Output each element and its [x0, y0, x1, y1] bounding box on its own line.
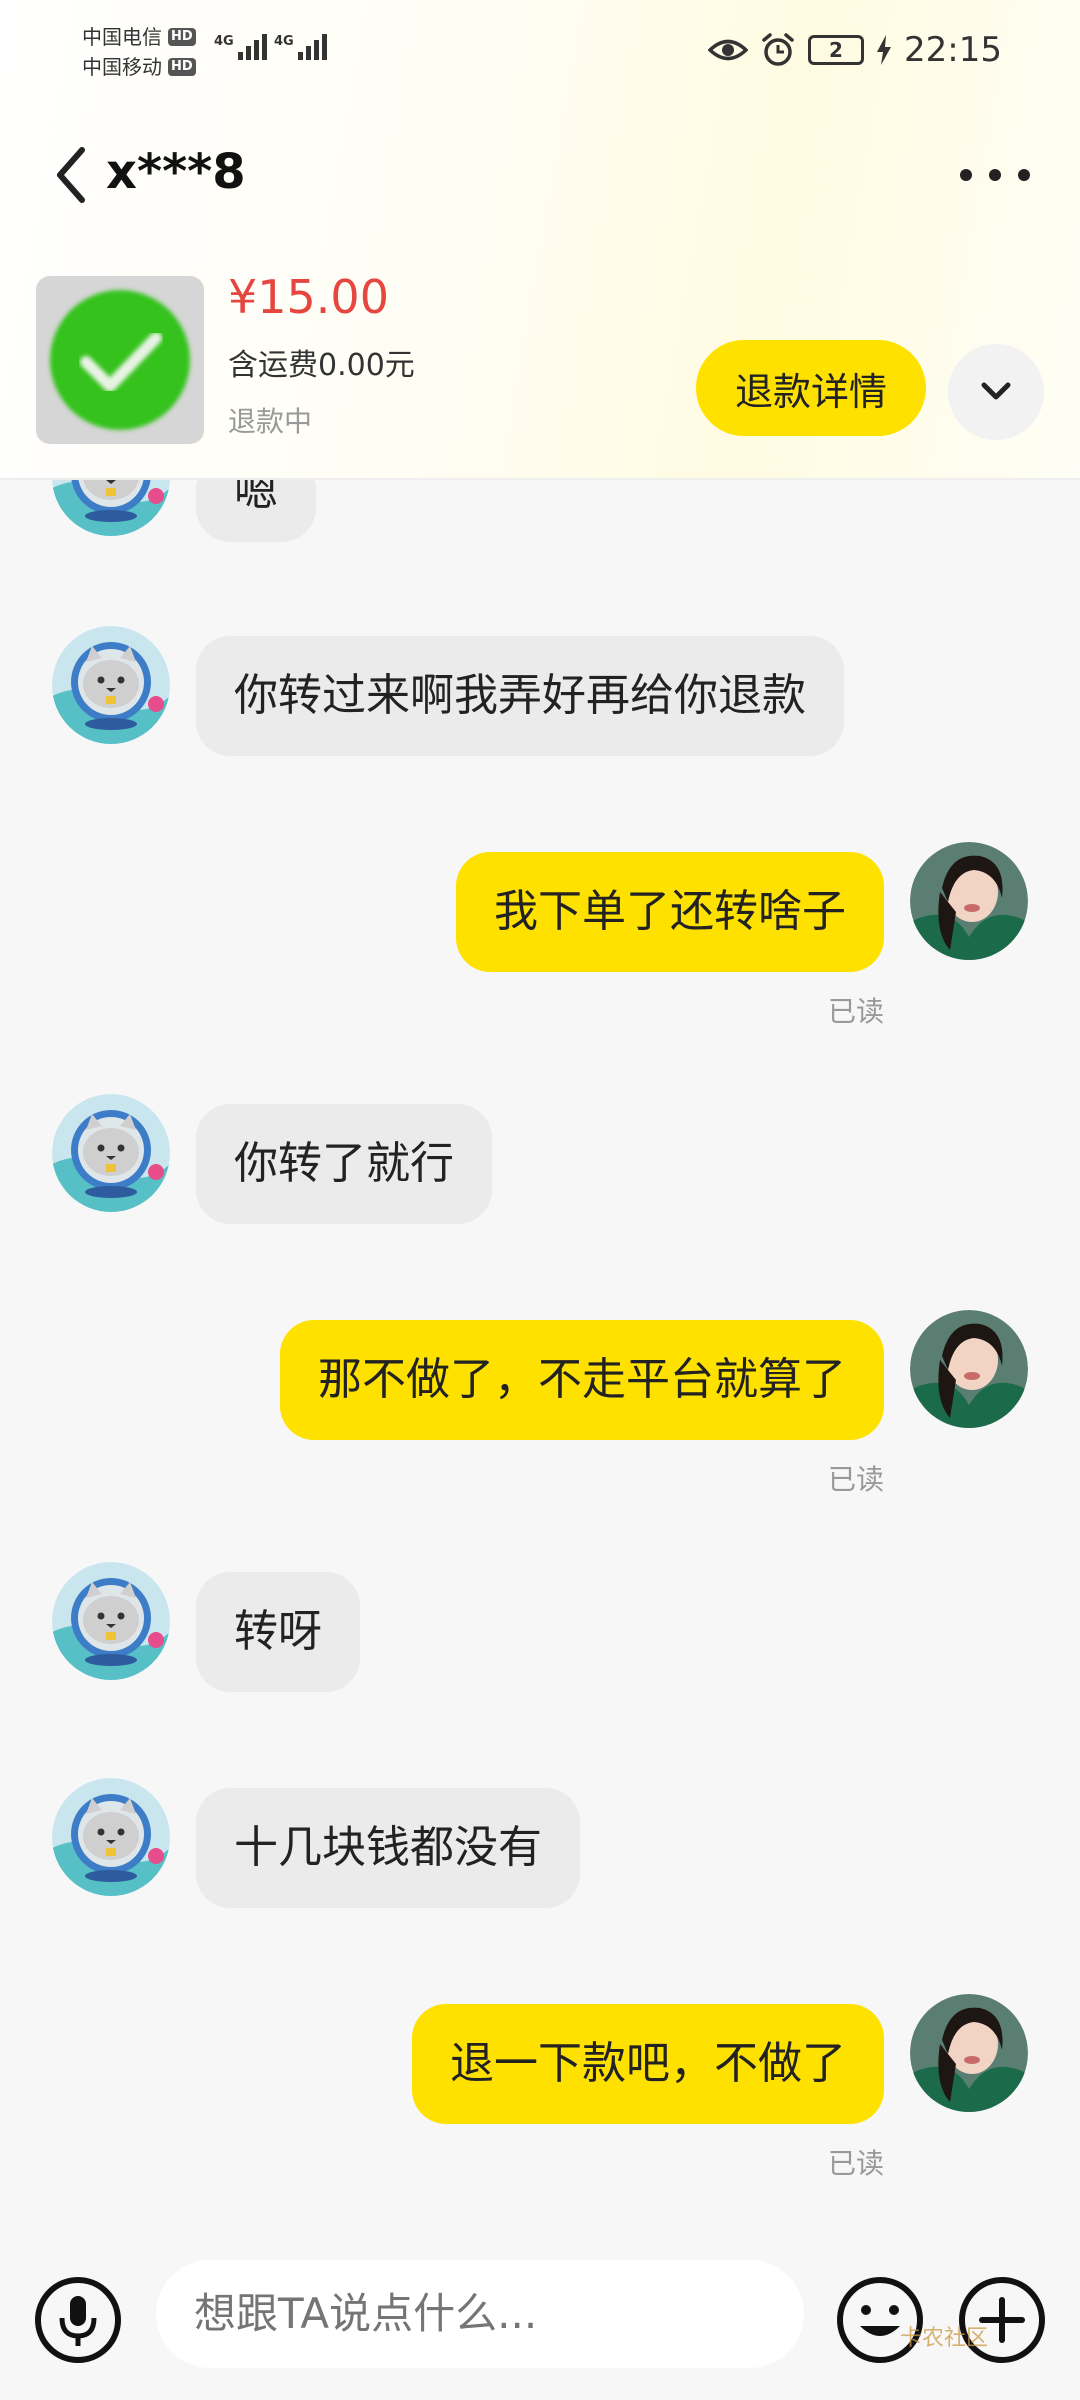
signal-icon: 4G [214, 34, 267, 60]
contact-name: x***8 [106, 144, 246, 200]
read-receipt: 已读 [828, 2147, 885, 2180]
user-avatar[interactable] [910, 1310, 1028, 1428]
message-bubble-incoming[interactable]: 嗯 [196, 480, 316, 542]
status-right: 2 22:15 [708, 30, 1002, 70]
shipping-fee: 含运费0.00元 [228, 348, 415, 383]
message-bubble-incoming[interactable]: 转呀 [196, 1572, 360, 1692]
product-card[interactable]: ¥15.00 含运费0.00元 退款中 退款详情 [0, 270, 1080, 480]
hd-badge: HD [168, 58, 196, 76]
hd-badge: HD [168, 28, 196, 46]
status-bar: 中国电信 HD 中国移动 HD 4G 4G 2 22:15 [0, 0, 1080, 110]
chevron-left-icon [57, 147, 85, 203]
chevron-down-icon [981, 382, 1011, 400]
refund-details-button[interactable]: 退款详情 [696, 340, 926, 436]
seller-avatar[interactable] [52, 626, 170, 744]
voice-button[interactable] [18, 2260, 138, 2380]
eye-icon [708, 39, 749, 61]
chat-header: x***8 [0, 120, 1080, 230]
message-bubble-incoming[interactable]: 你转了就行 [196, 1104, 492, 1224]
cat-avatar-icon [52, 1562, 170, 1680]
message-input[interactable] [156, 2260, 804, 2368]
user-photo [910, 1310, 1028, 1428]
product-price: ¥15.00 [228, 270, 389, 324]
user-avatar[interactable] [910, 842, 1028, 960]
read-receipt: 已读 [828, 1463, 885, 1496]
cat-avatar-icon [52, 480, 170, 536]
watermark: 卡农社区 [900, 2326, 989, 2351]
message-bubble-incoming[interactable]: 你转过来啊我弄好再给你退款 [196, 636, 844, 756]
carrier-2: 中国移动 [82, 55, 162, 79]
cat-avatar-icon [52, 1094, 170, 1212]
order-status: 退款中 [228, 405, 313, 438]
battery-icon: 2 [808, 35, 865, 65]
seller-avatar[interactable] [52, 1778, 170, 1896]
seller-avatar[interactable] [52, 480, 170, 536]
message-bubble-outgoing[interactable]: 退一下款吧，不做了 [412, 2004, 884, 2124]
more-options-button[interactable] [960, 150, 1030, 200]
signal-icon: 4G [274, 34, 327, 60]
product-thumbnail[interactable] [36, 276, 204, 444]
more-dots-icon [960, 169, 972, 181]
alarm-icon [762, 33, 794, 66]
mic-icon [35, 2277, 121, 2363]
input-bar: 卡农社区 [0, 2240, 1080, 2400]
clock: 22:15 [904, 30, 1002, 70]
carrier-info: 中国电信 HD 中国移动 HD [82, 22, 196, 82]
cat-avatar-icon [52, 1778, 170, 1896]
user-photo [910, 842, 1028, 960]
user-photo [910, 1994, 1028, 2112]
seller-avatar[interactable] [52, 1094, 170, 1212]
message-bubble-outgoing[interactable]: 我下单了还转啥子 [456, 852, 884, 972]
back-button[interactable] [48, 140, 98, 210]
cat-avatar-icon [52, 626, 170, 744]
message-list[interactable]: 嗯 你转过来啊我弄好再给你退款 我下单了还转啥子 已读 你转了就行 那不做了，不… [0, 480, 1080, 2240]
expand-button[interactable] [948, 344, 1044, 440]
message-bubble-incoming[interactable]: 十几块钱都没有 [196, 1788, 580, 1908]
carrier-1: 中国电信 [82, 25, 162, 49]
user-avatar[interactable] [910, 1994, 1028, 2112]
seller-avatar[interactable] [52, 1562, 170, 1680]
charging-icon [877, 35, 892, 65]
checkmark-icon [50, 290, 190, 430]
message-bubble-outgoing[interactable]: 那不做了，不走平台就算了 [280, 1320, 884, 1440]
read-receipt: 已读 [828, 995, 885, 1028]
